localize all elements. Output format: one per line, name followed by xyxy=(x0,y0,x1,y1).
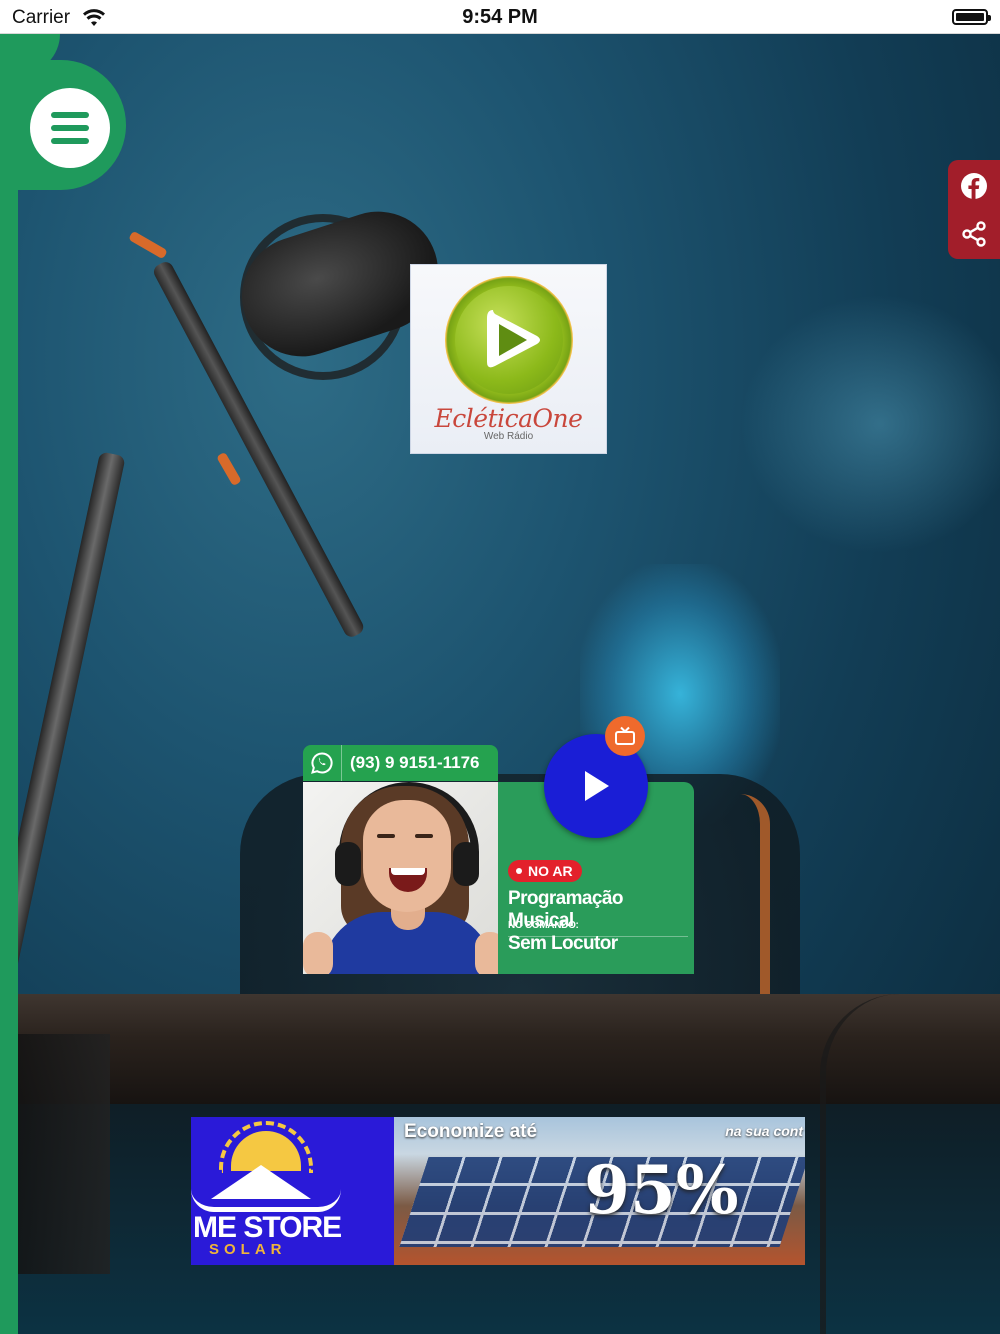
ad-banner[interactable]: ME STORE SOLAR Economize até na sua cont… xyxy=(191,1117,805,1265)
logo-subtitle: Web Rádio xyxy=(483,431,534,442)
battery-icon xyxy=(952,9,991,25)
tv-icon xyxy=(615,726,635,745)
ad-brand-panel: ME STORE SOLAR xyxy=(191,1117,394,1265)
host-label: NO COMANDO: xyxy=(508,920,579,931)
status-time: 9:54 PM xyxy=(462,6,538,28)
facebook-icon xyxy=(961,173,987,199)
ad-percent: 95% xyxy=(584,1151,739,1229)
ad-headline: Economize até xyxy=(404,1121,538,1142)
logo-name: EcléticaOne xyxy=(434,404,583,433)
whatsapp-contact[interactable]: (93) 9 9151-1176 xyxy=(303,745,498,781)
ad-brand-name: ME STORE xyxy=(193,1211,342,1244)
whatsapp-number: (93) 9 9151-1176 xyxy=(350,753,480,772)
hamburger-menu-icon xyxy=(51,112,89,144)
ad-solar-panel-image: Economize até na sua cont 95% xyxy=(394,1117,805,1265)
whatsapp-icon xyxy=(311,752,333,774)
live-dot-icon xyxy=(516,868,522,874)
host-name: Sem Locutor xyxy=(508,933,618,954)
logo-play-icon xyxy=(487,310,540,368)
play-icon xyxy=(585,771,609,801)
share-icon xyxy=(962,221,986,247)
social-panel xyxy=(948,160,1000,259)
live-badge: NO AR xyxy=(508,860,582,882)
sidebar-strip xyxy=(0,34,18,1334)
ad-brand-sub: SOLAR xyxy=(209,1241,287,1258)
ad-tagline: na sua cont xyxy=(725,1123,803,1139)
facebook-button[interactable] xyxy=(948,162,1000,210)
tv-button[interactable] xyxy=(605,716,645,756)
menu-button[interactable] xyxy=(30,88,110,168)
live-badge-label: NO AR xyxy=(528,863,573,879)
host-photo xyxy=(303,782,498,974)
status-bar: Carrier 9:54 PM xyxy=(0,0,1000,34)
station-logo: EcléticaOne Web Rádio xyxy=(410,264,607,454)
share-button[interactable] xyxy=(948,210,1000,258)
